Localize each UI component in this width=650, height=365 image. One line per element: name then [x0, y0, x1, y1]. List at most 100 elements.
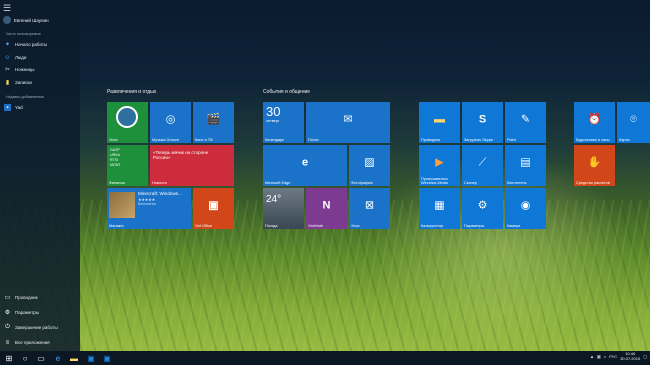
store-app-price: Бесплатно	[138, 202, 156, 206]
news-headline: «Теперь мячик на стороне России»	[153, 150, 209, 160]
calendar-weekday: четверг	[266, 119, 280, 123]
menu-item-settings[interactable]: ⚙ Параметры	[4, 308, 39, 317]
tile-groove[interactable]: ◎ Музыка Groove	[150, 102, 191, 143]
chevron-up-icon[interactable]: ▲	[590, 354, 594, 359]
tile-movies[interactable]: 🎬 Кино и ТВ	[193, 102, 234, 143]
menu-item-label: Yad	[15, 105, 23, 110]
xbox-icon: ⊠	[364, 199, 375, 212]
photo-icon: ▨	[364, 156, 375, 169]
menu-item-label: Завершение работы	[15, 325, 58, 330]
tile-store[interactable]: Minecraft: Windows... ★★★★★ Бесплатно Ма…	[107, 188, 191, 229]
menu-item-snipping[interactable]: ✂ Ножницы	[4, 65, 35, 74]
user-account[interactable]: Евгений Шаулин	[3, 16, 49, 24]
menu-item-label: Люди	[15, 55, 27, 60]
tile-explorer[interactable]: ▬ Проводник	[419, 102, 460, 143]
tile-label: Календарь	[265, 138, 285, 142]
tile-label: Microsoft Edge	[265, 181, 291, 185]
tile-wmp[interactable]: ▶ Проигрыватель Windows Media	[419, 145, 460, 186]
menu-item-label: Параметры	[15, 310, 39, 315]
search-icon[interactable]: ○	[19, 353, 31, 363]
tile-scanner[interactable]: ⟋ Сканер	[462, 145, 503, 186]
alarm-clock-icon: ⏰	[587, 113, 602, 126]
tile-money[interactable]: GAZP URKA RTSI MGNT Финансы	[107, 145, 148, 186]
tile-photos[interactable]: ▨ Фотографии	[349, 145, 390, 186]
edge-taskbar-icon[interactable]: e	[52, 353, 64, 363]
menu-item-get-started[interactable]: ✦ Начало работы	[4, 40, 47, 49]
tile-paint[interactable]: ✎ Paint	[505, 102, 546, 143]
menu-item-all-apps[interactable]: ≡ Все приложения	[4, 338, 50, 347]
most-used-heading: Часто используемые	[6, 32, 41, 36]
notifications-icon[interactable]: ▢	[643, 354, 647, 359]
menu-item-label: Ножницы	[15, 67, 35, 72]
hamburger-menu-icon[interactable]: ☰	[3, 3, 11, 14]
explorer-taskbar-icon[interactable]: ▬	[68, 353, 80, 363]
clock[interactable]: 10:46 30.07.2015	[620, 351, 641, 361]
store-taskbar-icon[interactable]: ▣	[85, 353, 97, 363]
play-icon: ▶	[435, 156, 444, 169]
tile-label: OneNote	[308, 224, 324, 228]
tile-label: Средство расчетов	[576, 181, 610, 185]
office-icon: ▣	[208, 199, 219, 212]
tile-label: Xbox	[351, 224, 360, 228]
tile-skype[interactable]: S Загрузить Skype	[462, 102, 503, 143]
tile-xbox[interactable]: Xbox	[107, 102, 148, 143]
document-icon: ▤	[520, 156, 531, 169]
menu-item-sticky-notes[interactable]: ▮ Записки	[4, 78, 32, 87]
avatar	[116, 106, 138, 128]
tile-newsletter[interactable]: ▤ Бюллетень	[505, 145, 546, 186]
start-menu-left-panel: ☰ Евгений Шаулин Часто используемые ✦ На…	[0, 0, 80, 351]
calculator-icon: ▦	[434, 199, 445, 212]
tile-alarms[interactable]: ⏰ Будильники и часы	[574, 102, 615, 143]
tile-weather[interactable]: 24° Погода	[263, 188, 304, 229]
tile-xbox-app[interactable]: ⊠ Xbox	[349, 188, 390, 229]
tile-maps[interactable]: ⌾ Карты	[617, 102, 650, 143]
menu-item-label: Все приложения	[15, 340, 50, 345]
lightbulb-icon: ✦	[4, 42, 11, 48]
scanner-icon: ⟋	[478, 156, 487, 169]
tile-calculator[interactable]: ▦ Калькулятор	[419, 188, 460, 229]
palette-icon: ✎	[520, 113, 531, 126]
user-name: Евгений Шаулин	[14, 17, 49, 23]
tile-label: Будильники и часы	[576, 138, 610, 142]
language-indicator[interactable]: РУС	[609, 354, 617, 359]
tile-label: Проводник	[421, 138, 441, 142]
tile-label: Карты	[619, 138, 630, 142]
system-tray: ▲ ▦ ◖ РУС 10:46 30.07.2015 ▢	[590, 351, 647, 361]
menu-item-recent[interactable]: ▪ Yad	[4, 103, 23, 112]
group-title-entertainment[interactable]: Развлечения и отдых	[107, 89, 156, 95]
windows-start-icon[interactable]: ⊞	[3, 353, 15, 363]
tile-label: Get Office	[195, 224, 213, 228]
menu-item-people[interactable]: ☺ Люди	[4, 53, 26, 62]
menu-item-power[interactable]: ⏻ Завершение работы	[4, 323, 58, 332]
network-icon[interactable]: ▦	[597, 354, 601, 359]
tile-edge[interactable]: e Microsoft Edge	[263, 145, 347, 186]
tile-onenote[interactable]: N OneNote	[306, 188, 347, 229]
tile-camera[interactable]: ◉ Камера	[505, 188, 546, 229]
music-disc-icon: ◎	[165, 113, 176, 126]
volume-icon[interactable]: ◖	[604, 354, 606, 359]
folder-icon: ▬	[434, 113, 445, 126]
store-app-title: Minecraft: Windows...	[138, 191, 182, 196]
people-icon: ☺	[4, 54, 11, 61]
tile-label: Финансы	[109, 181, 125, 185]
weather-temperature: 24°	[266, 194, 282, 205]
menu-item-explorer[interactable]: ▭ Проводник	[4, 293, 38, 302]
map-icon: ⌾	[630, 113, 637, 126]
onenote-icon: N	[322, 199, 331, 212]
tile-get-office[interactable]: ▣ Get Office	[193, 188, 234, 229]
clock-date: 30.07.2015	[620, 355, 641, 361]
tile-label: Xbox	[109, 138, 118, 142]
tile-ps[interactable]: ✋ Средство расчетов	[574, 145, 615, 186]
group-title-events[interactable]: События и общение	[263, 89, 310, 95]
camera-icon: ◉	[520, 199, 531, 212]
tile-news[interactable]: «Теперь мячик на стороне России» Новости	[150, 145, 234, 186]
tile-mail[interactable]: ✉ Почта	[306, 102, 390, 143]
tile-settings[interactable]: ⚙ Параметры	[462, 188, 503, 229]
stock-list: GAZP URKA RTSI MGNT	[110, 148, 121, 168]
task-view-icon[interactable]: ▭	[35, 353, 47, 363]
gear-icon: ⚙	[4, 310, 11, 316]
scissors-icon: ✂	[4, 67, 11, 73]
tile-label: Камера	[507, 224, 521, 228]
tile-calendar[interactable]: 30 четверг Календарь	[263, 102, 304, 143]
app-taskbar-icon[interactable]: ▣	[101, 353, 113, 363]
